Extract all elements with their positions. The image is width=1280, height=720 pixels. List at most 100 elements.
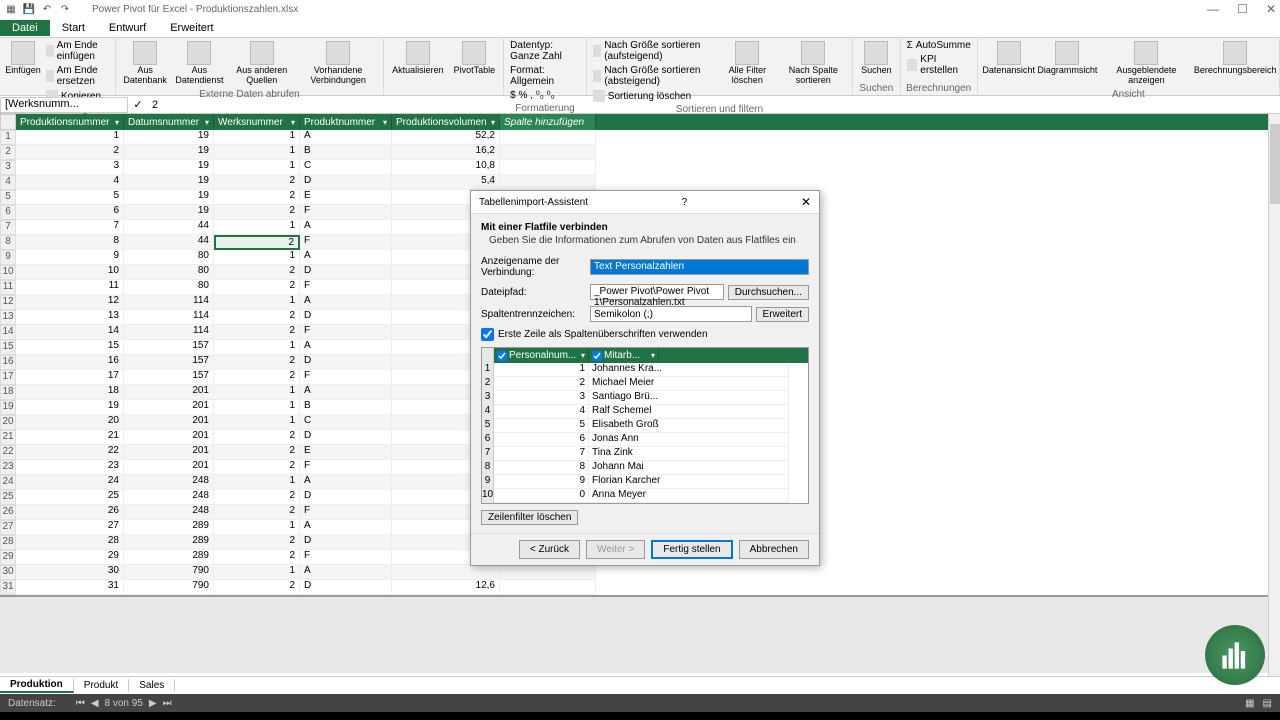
row-number[interactable]: 13 xyxy=(0,310,16,325)
tab-file[interactable]: Datei xyxy=(0,20,50,36)
next-button[interactable]: Weiter > xyxy=(586,540,645,559)
nav-first[interactable]: ⏮ xyxy=(76,698,85,709)
data-view-button[interactable]: Datenansicht xyxy=(982,39,1036,78)
row-number[interactable]: 15 xyxy=(0,340,16,355)
minimize-button[interactable]: — xyxy=(1207,2,1219,16)
table-row[interactable]: 44192D5,4 xyxy=(0,175,1280,190)
existing-conn-button[interactable]: Vorhandene Verbindungen xyxy=(297,39,379,88)
replace-button[interactable]: Am Ende ersetzen xyxy=(44,64,111,88)
browse-button[interactable]: Durchsuchen... xyxy=(728,285,809,300)
close-button[interactable]: ✕ xyxy=(1266,2,1276,16)
clear-row-filter-button[interactable]: Zeilenfilter löschen xyxy=(481,510,578,525)
tab-design[interactable]: Entwurf xyxy=(97,20,158,36)
preview-col1-check[interactable] xyxy=(497,351,507,361)
row-number[interactable]: 29 xyxy=(0,550,16,565)
find-button[interactable]: Suchen xyxy=(857,39,896,78)
nav-last[interactable]: ⏭ xyxy=(163,698,172,709)
row-number[interactable]: 12 xyxy=(0,295,16,310)
col-header-datumsnummer[interactable]: Datumsnummer▾ xyxy=(124,114,214,130)
sort-asc-button[interactable]: Nach Größe sortieren (aufsteigend) xyxy=(591,39,716,63)
preview-row[interactable]: 88Johann Mai xyxy=(482,461,808,475)
from-other-button[interactable]: Aus anderen Quellen xyxy=(228,39,295,88)
preview-row[interactable]: 99Florian Karcher xyxy=(482,475,808,489)
sheet-tab-sales[interactable]: Sales xyxy=(129,679,175,692)
row-number[interactable]: 8 xyxy=(0,235,16,250)
preview-row[interactable]: 100Anna Meyer xyxy=(482,489,808,503)
col-header-add[interactable]: Spalte hinzufügen xyxy=(500,114,596,130)
row-number[interactable]: 7 xyxy=(0,220,16,235)
nav-next[interactable]: ▶ xyxy=(149,698,157,709)
separator-select[interactable]: Semikolon (;) xyxy=(590,306,752,322)
row-number[interactable]: 30 xyxy=(0,565,16,580)
tab-advanced[interactable]: Erweitert xyxy=(158,20,225,36)
table-row[interactable]: 33191C10,8 xyxy=(0,160,1280,175)
view-mode-1[interactable]: ▦ xyxy=(1245,698,1254,709)
col-header-werksnummer[interactable]: Werksnummer▾ xyxy=(214,114,300,130)
nav-prev[interactable]: ◀ xyxy=(91,698,99,709)
dialog-close-button[interactable]: ✕ xyxy=(801,195,811,209)
row-number[interactable]: 4 xyxy=(0,175,16,190)
back-button[interactable]: < Zurück xyxy=(519,540,580,559)
preview-row[interactable]: 33Santiago Brü... xyxy=(482,391,808,405)
calc-area-button[interactable]: Berechnungsbereich xyxy=(1195,39,1275,78)
preview-row[interactable]: 77Tina Zink xyxy=(482,447,808,461)
row-number[interactable]: 25 xyxy=(0,490,16,505)
save-icon[interactable]: 💾 xyxy=(22,2,36,16)
name-box[interactable]: [Werksnumm... xyxy=(0,97,128,113)
table-row[interactable]: 11191A52,2 xyxy=(0,130,1280,145)
select-all[interactable] xyxy=(0,114,16,130)
table-row[interactable]: 31317902D12,6 xyxy=(0,580,1280,595)
row-number[interactable]: 3 xyxy=(0,160,16,175)
undo-icon[interactable]: ↶ xyxy=(40,2,54,16)
row-number[interactable]: 19 xyxy=(0,400,16,415)
preview-row[interactable]: 22Michael Meier xyxy=(482,377,808,391)
refresh-button[interactable]: Aktualisieren xyxy=(388,39,448,78)
maximize-button[interactable]: ☐ xyxy=(1237,2,1248,16)
row-number[interactable]: 1 xyxy=(0,130,16,145)
row-number[interactable]: 20 xyxy=(0,415,16,430)
conn-name-input[interactable]: Text Personalzahlen xyxy=(590,259,809,275)
from-svc-button[interactable]: Aus Datendienst xyxy=(172,39,226,88)
fx-icon[interactable]: ✓ xyxy=(128,98,148,111)
finish-button[interactable]: Fertig stellen xyxy=(651,540,732,559)
format-dropdown[interactable]: Format: Allgemein xyxy=(508,64,582,88)
col-header-produktionsvolumen[interactable]: Produktionsvolumen▾ xyxy=(392,114,500,130)
row-number[interactable]: 11 xyxy=(0,280,16,295)
row-number[interactable]: 18 xyxy=(0,385,16,400)
row-number[interactable]: 10 xyxy=(0,265,16,280)
row-number[interactable]: 27 xyxy=(0,520,16,535)
table-row[interactable]: 22191B16,2 xyxy=(0,145,1280,160)
preview-row[interactable]: 55Elisabeth Groß xyxy=(482,419,808,433)
row-number[interactable]: 23 xyxy=(0,460,16,475)
view-mode-2[interactable]: ▤ xyxy=(1263,698,1272,709)
autosum-button[interactable]: Σ AutoSumme xyxy=(905,39,973,52)
paste-button[interactable]: Einfügen xyxy=(4,39,42,78)
row-number[interactable]: 14 xyxy=(0,325,16,340)
first-row-checkbox[interactable] xyxy=(481,328,494,341)
sheet-tab-produktion[interactable]: Produktion xyxy=(0,678,74,693)
preview-row[interactable]: 66Jonas Ann xyxy=(482,433,808,447)
diagram-view-button[interactable]: Diagrammsicht xyxy=(1037,39,1097,78)
show-hidden-button[interactable]: Ausgeblendete anzeigen xyxy=(1099,39,1193,88)
tab-home[interactable]: Start xyxy=(50,20,97,36)
append-button[interactable]: Am Ende einfügen xyxy=(44,39,111,63)
preview-col-mitarb[interactable]: Mitarb...▾ xyxy=(589,348,659,363)
cancel-button[interactable]: Abbrechen xyxy=(739,540,809,559)
row-number[interactable]: 22 xyxy=(0,445,16,460)
row-number[interactable]: 6 xyxy=(0,205,16,220)
kpi-button[interactable]: KPI erstellen xyxy=(905,53,973,77)
row-number[interactable]: 24 xyxy=(0,475,16,490)
path-input[interactable]: _Power Pivot\Power Pivot 1\Personalzahle… xyxy=(590,284,724,300)
row-number[interactable]: 16 xyxy=(0,355,16,370)
redo-icon[interactable]: ↷ xyxy=(58,2,72,16)
row-number[interactable]: 2 xyxy=(0,145,16,160)
sort-desc-button[interactable]: Nach Größe sortieren (absteigend) xyxy=(591,64,716,88)
row-number[interactable]: 5 xyxy=(0,190,16,205)
clear-filters-button[interactable]: Alle Filter löschen xyxy=(718,39,776,88)
preview-row[interactable]: 44Ralf Schemel xyxy=(482,405,808,419)
col-header-produktionsnummer[interactable]: Produktionsnummer▾ xyxy=(16,114,124,130)
row-number[interactable]: 31 xyxy=(0,580,16,595)
row-number[interactable]: 26 xyxy=(0,505,16,520)
sheet-tab-produkt[interactable]: Produkt xyxy=(74,679,129,692)
preview-row[interactable]: 11Johannes Kra... xyxy=(482,363,808,377)
